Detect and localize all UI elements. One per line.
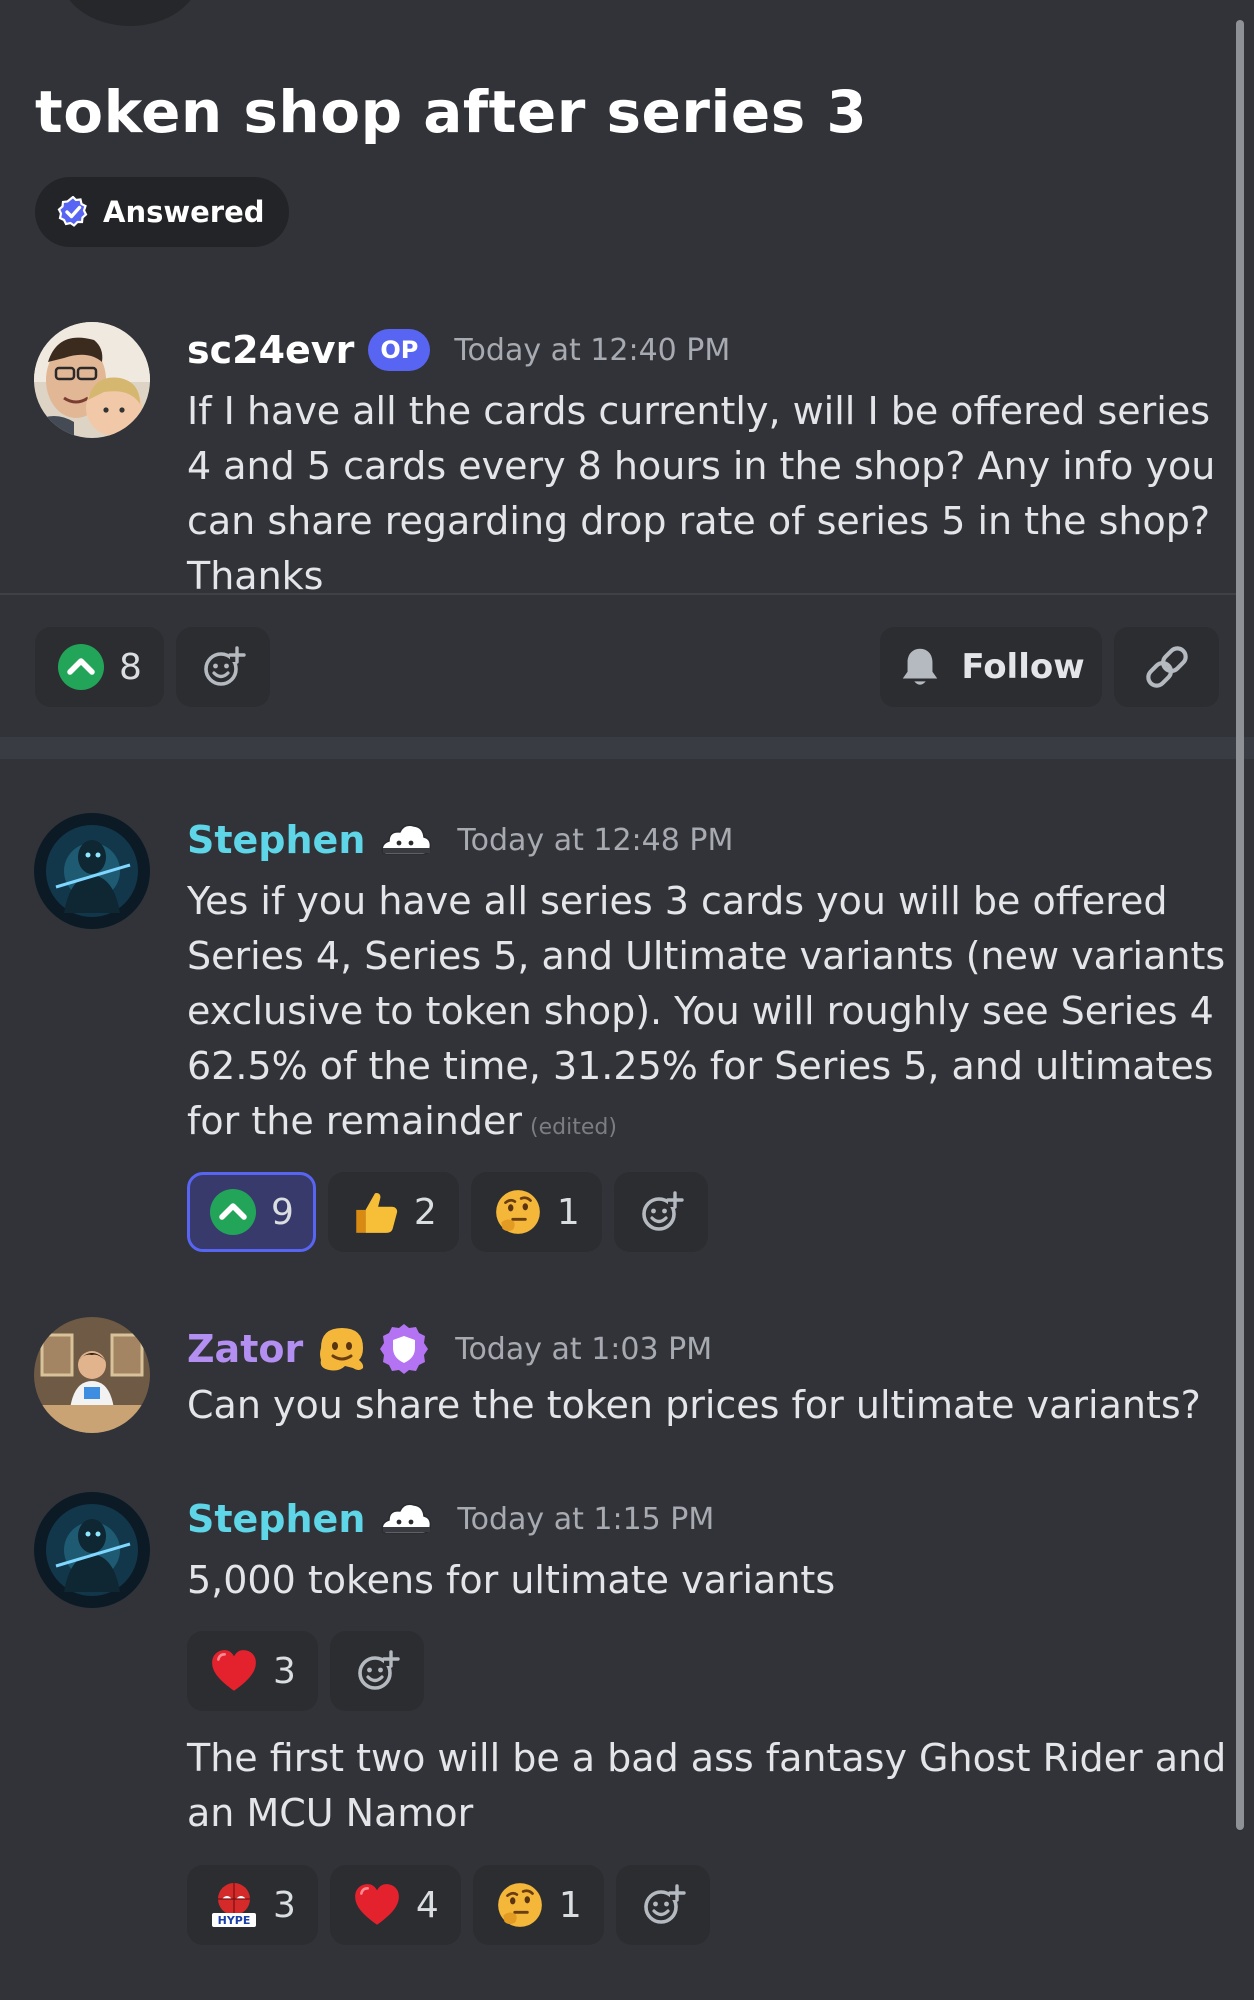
heart-icon [209, 1646, 259, 1696]
avatar-stephen-image [34, 1492, 150, 1608]
edited-label: (edited) [530, 1115, 617, 1140]
thinking-face-icon [495, 1880, 545, 1930]
avatar-stephen-image [34, 813, 150, 929]
avatar-zator-image [34, 1317, 150, 1433]
previous-avatar-fragment [60, 0, 200, 26]
reaction-thumbs-up[interactable]: 2 [327, 1172, 459, 1252]
post-divider [0, 593, 1236, 595]
follow-label: Follow [961, 647, 1085, 687]
answered-status-badge: Answered [35, 177, 289, 247]
reply-2-author-name[interactable]: Zator [187, 1327, 303, 1371]
upvote-icon [57, 643, 105, 691]
reaction-count: 3 [273, 1884, 296, 1926]
add-reaction-icon [199, 643, 247, 691]
reply-2-timestamp: Today at 1:03 PM [455, 1331, 713, 1367]
post-author-name[interactable]: sc24evr [187, 328, 354, 372]
avatar-sc24evr[interactable] [34, 322, 150, 438]
reply-2-header: Zator Today at 1:03 PM [187, 1322, 712, 1376]
cloud-badge-icon [381, 824, 432, 855]
thread-title: token shop after series 3 [35, 78, 868, 146]
reply-3-followup-text: The first two will be a bad ass fantasy … [187, 1736, 1227, 1835]
section-separator [0, 737, 1254, 759]
reaction-count: 8 [119, 646, 142, 688]
post-text: If I have all the cards currently, will … [187, 389, 1216, 598]
add-reaction-icon [637, 1188, 685, 1236]
add-reaction-button[interactable] [329, 1631, 424, 1711]
copy-link-button[interactable] [1114, 627, 1219, 707]
avatar-sc24evr-image [34, 322, 150, 438]
post-reactions: 8 [35, 627, 270, 707]
reaction-count: 1 [558, 1884, 582, 1926]
reply-3-author-name[interactable]: Stephen [187, 1497, 365, 1541]
follow-button[interactable]: Follow [880, 627, 1102, 707]
scrollbar[interactable] [1236, 20, 1244, 1830]
reply-3-reactions: 3 [187, 1631, 424, 1711]
reply-3-header: Stephen Today at 1:15 PM [187, 1497, 714, 1541]
add-reaction-button[interactable] [615, 1865, 710, 1945]
thinking-face-icon [493, 1187, 543, 1237]
add-reaction-button[interactable] [175, 627, 270, 707]
checkmark-badge-icon [57, 196, 88, 227]
reaction-count: 4 [415, 1884, 439, 1926]
op-badge: OP [368, 329, 431, 371]
moderator-shield-icon [380, 1324, 429, 1374]
reply-1-timestamp: Today at 12:48 PM [457, 822, 734, 858]
upvote-icon [209, 1188, 257, 1236]
reply-1-text-block: Yes if you have all series 3 cards you w… [187, 874, 1227, 1155]
reply-1-header: Stephen Today at 12:48 PM [187, 818, 733, 862]
reply-3-text: 5,000 tokens for ultimate variants [187, 1558, 836, 1602]
avatar-stephen[interactable] [34, 813, 150, 929]
reply-1-text: Yes if you have all series 3 cards you w… [187, 879, 1226, 1143]
add-reaction-icon [353, 1647, 401, 1695]
reply-1-reactions: 9 2 1 [187, 1172, 708, 1252]
thumbs-up-icon [350, 1187, 400, 1237]
avatar-stephen[interactable] [34, 1492, 150, 1608]
hype-emoji-icon: HYPE [212, 1883, 256, 1927]
link-icon [1145, 646, 1188, 688]
bell-icon [903, 648, 938, 685]
melting-face-icon [320, 1328, 364, 1371]
reaction-count: 1 [556, 1191, 580, 1233]
reaction-upvote[interactable]: 8 [35, 627, 164, 707]
post-timestamp: Today at 12:40 PM [454, 332, 731, 368]
add-reaction-button[interactable] [613, 1172, 708, 1252]
reaction-hype[interactable]: HYPE 3 [187, 1865, 318, 1945]
reaction-count: 3 [273, 1650, 296, 1692]
svg-text:HYPE: HYPE [218, 1914, 251, 1927]
reaction-thinking[interactable]: 1 [470, 1172, 602, 1252]
reaction-count: 9 [271, 1191, 294, 1233]
reply-2-text: Can you share the token prices for ultim… [187, 1383, 1201, 1427]
reaction-upvote[interactable]: 9 [187, 1172, 316, 1252]
post-header: sc24evr OP Today at 12:40 PM [187, 328, 730, 372]
heart-icon [352, 1880, 402, 1930]
reply-3-followup-reactions: HYPE 3 4 1 [187, 1865, 710, 1945]
reaction-count: 2 [413, 1191, 437, 1233]
avatar-zator[interactable] [34, 1317, 150, 1433]
reaction-thinking[interactable]: 1 [472, 1865, 604, 1945]
reply-3-timestamp: Today at 1:15 PM [457, 1501, 715, 1537]
add-reaction-icon [639, 1881, 687, 1929]
reaction-heart[interactable]: 3 [187, 1631, 318, 1711]
answered-label: Answered [103, 195, 265, 229]
reaction-heart[interactable]: 4 [329, 1865, 461, 1945]
cloud-badge-icon [381, 1503, 432, 1534]
reply-1-author-name[interactable]: Stephen [187, 818, 365, 862]
